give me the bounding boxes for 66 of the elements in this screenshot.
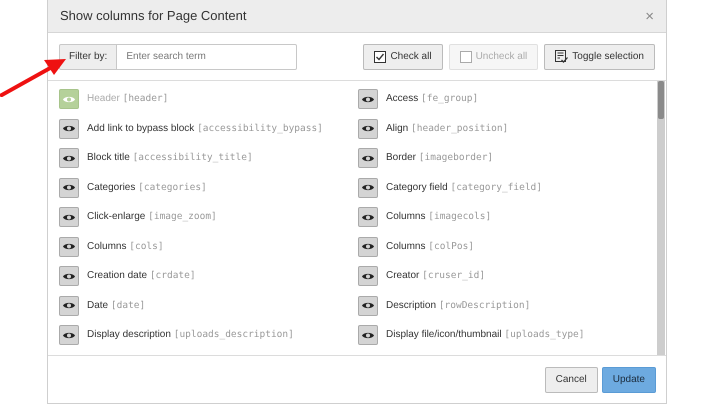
eye-toggle[interactable] (358, 118, 378, 138)
dialog-title: Show columns for Page Content (60, 7, 246, 26)
column-label: Display description [uploads_description] (87, 328, 294, 342)
eye-toggle[interactable] (59, 178, 79, 198)
eye-icon (361, 183, 375, 192)
column-label: Columns [colPos] (386, 240, 474, 254)
eye-icon (361, 154, 375, 162)
filter-label: Filter by: (59, 44, 118, 70)
eye-toggle[interactable] (358, 236, 378, 256)
eye-toggle[interactable] (358, 207, 378, 227)
update-button[interactable]: Update (602, 366, 656, 392)
action-button[interactable]: Toggle selection (544, 44, 655, 70)
eye-icon (361, 272, 375, 280)
scrollbar-thumb[interactable] (658, 81, 664, 119)
eye-icon (62, 212, 76, 222)
column-label: Border [imageborder] (386, 151, 494, 166)
column-label: Creator [cruser_id] (386, 269, 486, 284)
column-label: Display file/icon/thumbnail [uploads_type] (386, 328, 584, 342)
eye-toggle[interactable] (358, 148, 378, 168)
column-label: Category field [category_field] (386, 180, 542, 195)
eye-toggle-locked[interactable] (59, 89, 79, 109)
list-check-icon (555, 50, 568, 63)
eye-toggle[interactable] (59, 296, 79, 316)
eye-toggle[interactable] (59, 325, 79, 345)
column-label: Columns [cols] (87, 240, 164, 254)
eye-toggle[interactable] (59, 266, 79, 286)
empty-box-icon (460, 50, 472, 62)
eye-icon (62, 154, 76, 162)
column-label: Date [date] (87, 298, 146, 313)
eye-icon (62, 330, 76, 340)
eye-icon (361, 242, 375, 251)
eye-icon (62, 272, 76, 280)
eye-icon (62, 242, 76, 251)
eye-icon (361, 330, 375, 340)
column-label: Block title [accessibility_title] (87, 151, 253, 166)
eye-toggle[interactable] (59, 148, 79, 168)
eye-toggle[interactable] (59, 118, 79, 138)
action-button[interactable]: Check all (363, 44, 443, 70)
cancel-button[interactable]: Cancel (544, 366, 598, 392)
column-label: Creation date [crdate] (87, 269, 196, 284)
column-label: Categories [categories] (87, 180, 207, 195)
eye-icon (62, 301, 76, 310)
eye-toggle[interactable] (358, 325, 378, 345)
eye-toggle[interactable] (358, 266, 378, 286)
eye-icon (62, 94, 76, 104)
search-field[interactable]: Enter search term (117, 44, 297, 70)
column-label: Columns [imagecols] (386, 210, 492, 224)
eye-icon (361, 124, 375, 133)
eye-icon (361, 212, 375, 222)
column-label: Header [header] (87, 92, 168, 106)
scrollbar[interactable] (657, 81, 665, 355)
column-label: Align [header_position] (386, 122, 508, 136)
column-label: Access [fe_group] (386, 92, 478, 106)
checked-box-icon (374, 50, 386, 62)
column-label: Click-enlarge [image_zoom] (87, 210, 217, 224)
column-label: Add link to bypass block [accessibility_bypass] (87, 122, 323, 136)
eye-toggle[interactable] (358, 178, 378, 198)
eye-icon (62, 183, 76, 192)
eye-toggle[interactable] (358, 89, 378, 109)
eye-toggle[interactable] (59, 236, 79, 256)
eye-icon (62, 124, 76, 133)
eye-toggle[interactable] (358, 296, 378, 316)
eye-icon (361, 301, 375, 310)
column-label: Description [rowDescription] (386, 298, 530, 313)
eye-icon (361, 94, 375, 104)
eye-toggle[interactable] (59, 207, 79, 227)
